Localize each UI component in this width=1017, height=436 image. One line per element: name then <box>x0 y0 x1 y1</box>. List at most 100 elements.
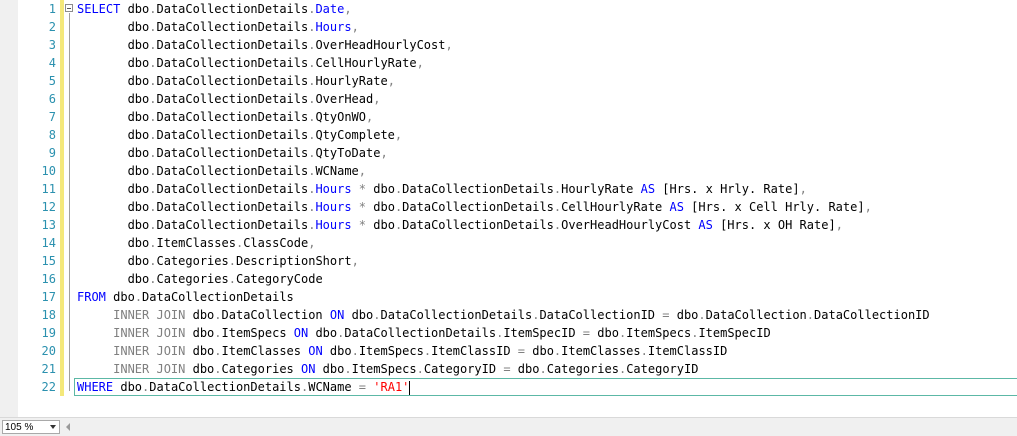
code-text[interactable]: dbo.ItemClasses.ClassCode, <box>77 234 316 252</box>
code-text[interactable]: dbo.DataCollectionDetails.Hours * dbo.Da… <box>77 180 807 198</box>
code-text[interactable]: FROM dbo.DataCollectionDetails <box>77 288 294 306</box>
code-line[interactable]: 14 dbo.ItemClasses.ClassCode, <box>18 234 1017 252</box>
code-line[interactable]: 16 dbo.Categories.CategoryCode <box>18 270 1017 288</box>
code-token: DataCollectionDetails <box>156 218 309 232</box>
line-number: 14 <box>41 236 56 250</box>
code-token: ItemClasses <box>221 344 309 358</box>
code-line[interactable]: 5 dbo.DataCollectionDetails.HourlyRate, <box>18 72 1017 90</box>
code-line[interactable]: 13 dbo.DataCollectionDetails.Hours * dbo… <box>18 216 1017 234</box>
code-line[interactable]: 21 INNER JOIN dbo.Categories ON dbo.Item… <box>18 360 1017 378</box>
code-token: QtyOnWO <box>315 110 367 124</box>
code-editor[interactable]: 1 SELECT dbo.DataCollectionDetails.Date, 2… <box>18 0 1017 417</box>
code-text[interactable]: dbo.DataCollectionDetails.QtyOnWO, <box>77 108 374 126</box>
change-marker <box>60 126 64 144</box>
code-token: FROM <box>77 290 106 304</box>
code-line[interactable]: 18 INNER JOIN dbo.DataCollection ON dbo.… <box>18 306 1017 324</box>
code-token: ItemClassID <box>647 344 728 358</box>
code-token: ON <box>301 362 316 376</box>
code-text[interactable]: dbo.DataCollectionDetails.Hours, <box>77 18 359 36</box>
code-token: . <box>214 326 222 340</box>
code-text[interactable]: dbo.DataCollectionDetails.OverHeadHourly… <box>77 36 453 54</box>
code-line[interactable]: 19 INNER JOIN dbo.ItemSpecs ON dbo.DataC… <box>18 324 1017 342</box>
code-line[interactable]: 6 dbo.DataCollectionDetails.OverHead, <box>18 90 1017 108</box>
code-line[interactable]: 17 FROM dbo.DataCollectionDetails <box>18 288 1017 306</box>
code-line[interactable]: 20 INNER JOIN dbo.ItemClasses ON dbo.Ite… <box>18 342 1017 360</box>
code-token: ItemSpecID <box>503 326 583 340</box>
minus-box-icon[interactable] <box>65 4 73 12</box>
line-number: 9 <box>48 146 56 160</box>
code-text[interactable]: dbo.DataCollectionDetails.Hours * dbo.Da… <box>77 216 843 234</box>
zoom-dropdown[interactable]: 105 % <box>2 420 60 434</box>
change-marker <box>60 234 64 252</box>
code-token: dbo <box>77 164 150 178</box>
code-token: WCName <box>308 380 359 394</box>
line-number: 3 <box>48 38 56 52</box>
code-text[interactable]: WHERE dbo.DataCollectionDetails.WCName =… <box>77 378 411 396</box>
code-text[interactable]: dbo.DataCollectionDetails.QtyComplete, <box>77 126 403 144</box>
code-token: HourlyRate <box>561 182 641 196</box>
code-token: dbo <box>77 146 150 160</box>
code-text[interactable]: dbo.Categories.DescriptionShort, <box>77 252 359 270</box>
code-token: dbo <box>373 200 395 214</box>
horizontal-scrollbar[interactable] <box>74 420 1014 434</box>
code-text[interactable]: INNER JOIN dbo.Categories ON dbo.ItemSpe… <box>77 360 698 378</box>
code-token: dbo <box>77 218 150 232</box>
code-token: * <box>351 200 374 214</box>
code-token: ClassCode <box>243 236 309 250</box>
code-token: . <box>344 362 352 376</box>
code-text[interactable]: dbo.DataCollectionDetails.HourlyRate, <box>77 72 395 90</box>
code-line[interactable]: 4 dbo.DataCollectionDetails.CellHourlyRa… <box>18 54 1017 72</box>
code-text[interactable]: dbo.DataCollectionDetails.OverHead, <box>77 90 381 108</box>
arrow-left-icon[interactable] <box>66 423 70 431</box>
line-number: 13 <box>41 218 56 232</box>
code-text[interactable]: dbo.DataCollectionDetails.WCName, <box>77 162 366 180</box>
code-token: INNER JOIN <box>77 344 186 358</box>
code-line[interactable]: 1 SELECT dbo.DataCollectionDetails.Date, <box>18 0 1017 18</box>
code-token: DataCollectionDetails <box>156 146 309 160</box>
code-line[interactable]: 12 dbo.DataCollectionDetails.Hours * dbo… <box>18 198 1017 216</box>
code-line[interactable]: 7 dbo.DataCollectionDetails.QtyOnWO, <box>18 108 1017 126</box>
code-token: ItemSpecs <box>358 344 424 358</box>
code-token: DataCollectionDetails <box>156 182 309 196</box>
code-token: dbo <box>185 344 215 358</box>
code-token: DataCollectionDetails <box>156 56 309 70</box>
status-bar: 105 % <box>0 417 1017 436</box>
code-text[interactable]: INNER JOIN dbo.ItemSpecs ON dbo.DataColl… <box>77 324 771 342</box>
code-token: DataCollectionDetails <box>156 20 309 34</box>
code-line[interactable]: 11 dbo.DataCollectionDetails.Hours * dbo… <box>18 180 1017 198</box>
code-token: dbo <box>77 254 150 268</box>
change-marker <box>60 108 64 126</box>
code-text[interactable]: SELECT dbo.DataCollectionDetails.Date, <box>77 0 352 18</box>
code-line[interactable]: 10 dbo.DataCollectionDetails.WCName, <box>18 162 1017 180</box>
code-text[interactable]: dbo.DataCollectionDetails.QtyToDate, <box>77 144 388 162</box>
change-marker <box>60 162 64 180</box>
code-text[interactable]: INNER JOIN dbo.DataCollection ON dbo.Dat… <box>77 306 930 324</box>
code-token: ON <box>308 344 323 358</box>
code-text[interactable]: dbo.DataCollectionDetails.Hours * dbo.Da… <box>77 198 872 216</box>
code-token: dbo <box>77 128 150 142</box>
code-token: DataCollectionDetails <box>156 128 309 142</box>
code-token: * <box>351 182 374 196</box>
code-text[interactable]: INNER JOIN dbo.ItemClasses ON dbo.ItemSp… <box>77 342 727 360</box>
code-token: DataCollection <box>705 308 807 322</box>
code-token: DataCollectionDetails <box>156 2 309 16</box>
code-text[interactable]: dbo.DataCollectionDetails.CellHourlyRate… <box>77 54 424 72</box>
code-token: . <box>214 344 222 358</box>
code-token: dbo <box>315 362 345 376</box>
code-line[interactable]: 8 dbo.DataCollectionDetails.QtyComplete, <box>18 126 1017 144</box>
code-text[interactable]: dbo.Categories.CategoryCode <box>77 270 323 288</box>
code-token: AS <box>669 200 684 214</box>
code-line[interactable]: 2 dbo.DataCollectionDetails.Hours, <box>18 18 1017 36</box>
code-token: , <box>358 164 367 178</box>
code-line[interactable]: 9 dbo.DataCollectionDetails.QtyToDate, <box>18 144 1017 162</box>
code-token: dbo <box>77 56 150 70</box>
code-token: . <box>228 254 236 268</box>
code-line[interactable]: 15 dbo.Categories.DescriptionShort, <box>18 252 1017 270</box>
code-token: WCName <box>315 164 359 178</box>
change-marker <box>60 270 64 288</box>
code-token: . <box>423 344 432 358</box>
code-line[interactable]: 22 WHERE dbo.DataCollectionDetails.WCName… <box>18 378 1017 396</box>
code-token: , <box>308 236 316 250</box>
code-line[interactable]: 3 dbo.DataCollectionDetails.OverHeadHour… <box>18 36 1017 54</box>
change-marker <box>60 342 64 360</box>
